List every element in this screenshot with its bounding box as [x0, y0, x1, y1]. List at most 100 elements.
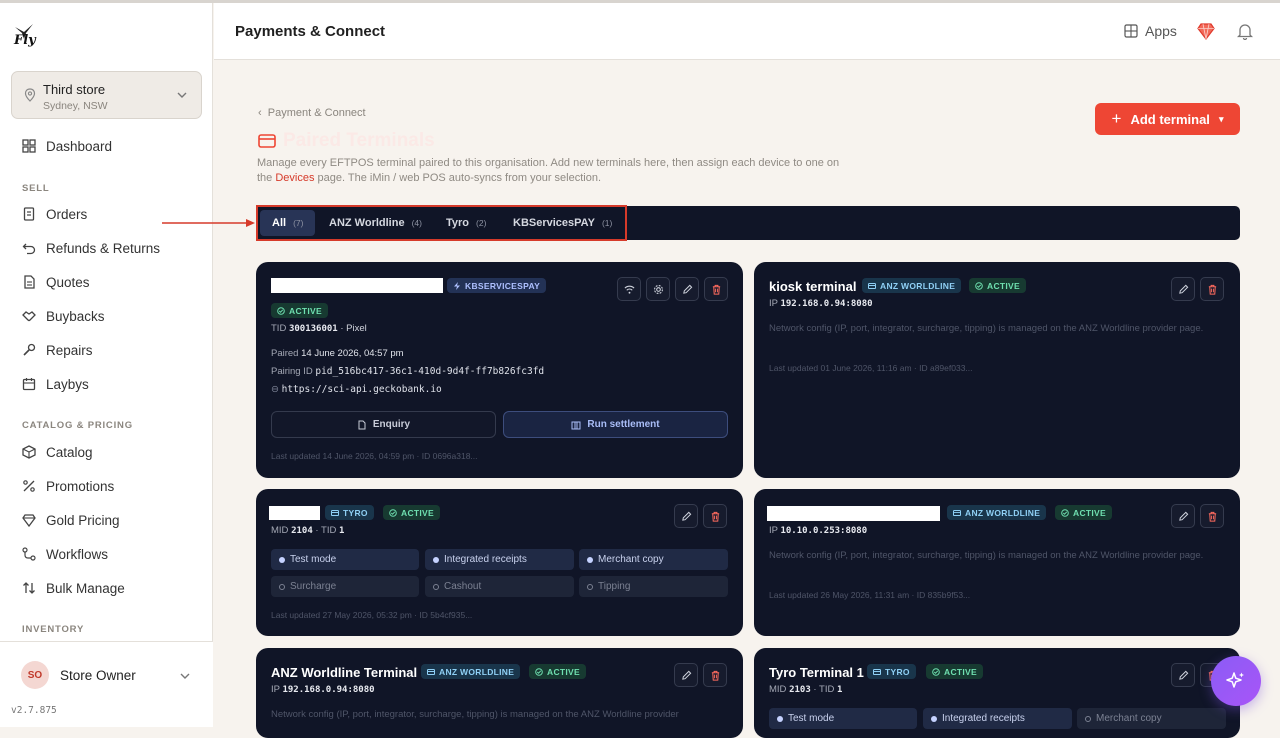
status-label: ACTIVE [944, 666, 977, 677]
edit-button[interactable] [1171, 277, 1195, 301]
delete-button[interactable] [704, 277, 728, 301]
edit-button[interactable] [674, 504, 698, 528]
delete-button[interactable] [703, 504, 727, 528]
edit-button[interactable] [674, 663, 698, 687]
sidebar-item-dashboard[interactable]: Dashboard [22, 136, 112, 156]
setting-chip: Cashout [425, 576, 574, 597]
dashboard-icon [22, 139, 36, 153]
provider-badge-label: ANZ WORLDLINE [880, 280, 956, 291]
sidebar-item-label: Quotes [46, 274, 90, 290]
sidebar-item-catalog[interactable]: Catalog [22, 442, 93, 462]
apps-button[interactable]: Apps [1124, 23, 1177, 39]
ai-assistant-button[interactable] [1211, 656, 1261, 706]
plus-icon: + [1111, 109, 1122, 128]
status-badge: ACTIVE [271, 303, 328, 318]
nav-section-catalog: CATALOG & PRICING [22, 420, 133, 431]
terminal-mid-tid: MID 2103 · TID 1 [769, 684, 842, 695]
chip-label: Integrated receipts [942, 713, 1025, 724]
ip-label: IP [769, 525, 778, 536]
terminal-name: ANZ Worldline Terminal [271, 665, 418, 680]
delete-button[interactable] [703, 663, 727, 687]
chip-label: Test mode [290, 554, 337, 565]
terminal-card-tyro: TYRO ACTIVE MID 2104 · TID 1 Test mode I… [256, 489, 743, 636]
sidebar-item-refunds[interactable]: Refunds & Returns [22, 238, 160, 258]
bank-icon [571, 421, 581, 429]
wifi-button[interactable] [617, 277, 641, 301]
sidebar-item-orders[interactable]: Orders [22, 204, 87, 224]
bell-icon[interactable] [1237, 22, 1253, 40]
setting-chip: Tipping [579, 576, 728, 597]
pencil-icon [682, 284, 692, 294]
store-selector[interactable]: Third store Sydney, NSW [11, 71, 202, 119]
status-label: ACTIVE [547, 666, 580, 677]
sidebar-item-gold-pricing[interactable]: Gold Pricing [22, 510, 120, 530]
provider-badge-label: TYRO [885, 666, 910, 677]
chip-label: Integrated receipts [444, 554, 527, 565]
check-circle-icon [1061, 508, 1069, 517]
ip-label: IP [769, 298, 778, 309]
sidebar: Fly Third store Sydney, NSW Dashboard SE… [0, 3, 213, 727]
enquiry-button[interactable]: Enquiry [271, 411, 496, 438]
mid-value: 2103 [789, 685, 811, 695]
delete-button[interactable] [1200, 504, 1224, 528]
terminal-name: Tyro Terminal 1 [769, 665, 864, 680]
link-icon: ⊖ [271, 384, 279, 395]
paired-label: Paired [271, 348, 299, 359]
edit-button[interactable] [1171, 504, 1195, 528]
trash-icon [1208, 284, 1216, 295]
trash-icon [711, 670, 719, 681]
settings-button[interactable] [646, 277, 670, 301]
terminal-ip: IP 10.10.0.253:8080 [769, 525, 867, 536]
sidebar-item-repairs[interactable]: Repairs [22, 340, 93, 360]
redacted-terminal-name [271, 278, 443, 293]
sidebar-item-bulk-manage[interactable]: Bulk Manage [22, 578, 125, 598]
endpoint-url: ⊖ https://sci-api.geckobank.io [271, 384, 442, 395]
sidebar-item-workflows[interactable]: Workflows [22, 544, 108, 564]
edit-button[interactable] [1171, 663, 1195, 687]
disabled-dot-icon [279, 583, 285, 590]
sidebar-item-laybys[interactable]: Laybys [22, 374, 89, 394]
delete-button[interactable] [1200, 277, 1224, 301]
breadcrumb[interactable]: ‹ Payment & Connect [258, 107, 366, 119]
last-updated: Last updated 01 June 2026, 11:16 am · ID… [769, 363, 973, 373]
devices-link[interactable]: Devices [275, 172, 314, 184]
tid-label: TID [271, 323, 287, 334]
avatar: SO [21, 661, 49, 689]
sidebar-item-promotions[interactable]: Promotions [22, 476, 114, 496]
disabled-dot-icon [1085, 715, 1091, 722]
box-icon [22, 445, 36, 459]
check-circle-icon [389, 508, 397, 517]
sort-arrows-icon [23, 582, 35, 594]
status-badge: ACTIVE [926, 664, 983, 679]
provider-badge: ANZ WORLDLINE [947, 505, 1047, 520]
user-menu[interactable]: SO Store Owner v2.7.875 [0, 641, 213, 727]
chip-label: Surcharge [290, 581, 337, 592]
sidebar-item-label: Refunds & Returns [46, 240, 161, 256]
device-name: · Pixel [337, 323, 367, 334]
enabled-dot-icon [433, 556, 439, 563]
add-terminal-label: Add terminal [1130, 111, 1210, 127]
run-settlement-button[interactable]: Run settlement [503, 411, 728, 438]
nav-section-sell: SELL [22, 183, 50, 194]
sidebar-item-quotes[interactable]: Quotes [22, 272, 90, 292]
redacted-terminal-name [767, 506, 940, 521]
last-updated: Last updated 27 May 2026, 05:32 pm · ID … [271, 610, 473, 620]
setting-chip: Merchant copy [1077, 708, 1226, 729]
edit-button[interactable] [675, 277, 699, 301]
status-label: ACTIVE [401, 507, 434, 518]
sidebar-item-buybacks[interactable]: Buybacks [22, 306, 105, 326]
gem-icon[interactable] [1197, 23, 1215, 40]
card-icon [953, 509, 961, 516]
highlight-box [256, 205, 627, 241]
add-terminal-button[interactable]: + Add terminal ▾ [1095, 103, 1240, 135]
chevron-down-icon [180, 673, 190, 679]
enabled-dot-icon [587, 556, 593, 563]
provider-badge: ANZ WORLDLINE [421, 664, 521, 679]
tid-value: 1 [836, 685, 843, 695]
redacted-terminal-name [269, 506, 320, 520]
document-icon [358, 420, 366, 429]
location-pin-icon [24, 88, 36, 102]
setting-chip: Merchant copy [579, 549, 728, 570]
terminal-ip: IP 192.168.0.94:8080 [271, 684, 375, 695]
status-badge: ACTIVE [383, 505, 440, 520]
